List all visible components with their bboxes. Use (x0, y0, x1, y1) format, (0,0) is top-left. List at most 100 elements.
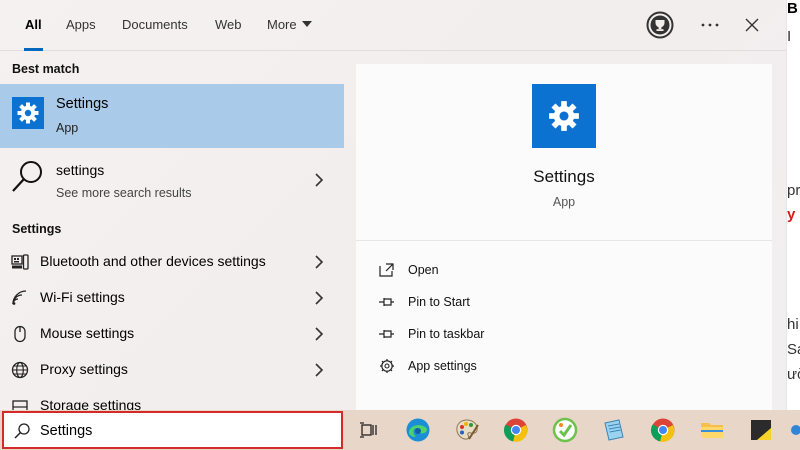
gear-icon (17, 102, 39, 124)
chevron-right-icon (315, 255, 324, 269)
chevron-down-icon (301, 21, 312, 27)
background-text: ườ (787, 366, 800, 383)
ellipsis-icon (701, 23, 719, 27)
gear-icon (380, 359, 394, 373)
search-tabs: All Apps Documents Web More (0, 0, 786, 51)
chevron-right-icon (315, 327, 324, 341)
settings-item-label: Wi-Fi settings (40, 289, 125, 305)
tab-more[interactable]: More (267, 17, 312, 51)
taskbar-search-box[interactable] (2, 411, 343, 449)
taskbar-sticky-notes[interactable] (744, 413, 778, 447)
settings-item-mouse[interactable]: Mouse settings (0, 316, 344, 352)
action-label: App settings (408, 359, 477, 373)
preview-app-name: Settings (533, 167, 595, 186)
gear-icon (549, 101, 579, 131)
action-open[interactable]: Open (378, 258, 758, 284)
notepad-icon (604, 419, 624, 441)
best-match-title: Settings (56, 96, 109, 112)
chevron-right-icon (315, 173, 324, 187)
trophy-button[interactable] (645, 10, 675, 40)
background-text: y s (787, 206, 800, 223)
search-icon (12, 161, 42, 192)
tab-label: Documents (122, 17, 188, 32)
bluetooth-devices-icon (11, 254, 29, 270)
green-app-icon (552, 417, 578, 443)
settings-item-label: Proxy settings (40, 361, 128, 377)
tab-web[interactable]: Web (215, 17, 242, 51)
taskbar-more[interactable] (788, 413, 800, 447)
paint-palette-icon (456, 419, 479, 440)
chrome-browser-icon (503, 418, 528, 442)
search-icon (14, 423, 30, 439)
wifi-icon (12, 290, 27, 305)
close-icon (745, 18, 759, 32)
background-text: I (787, 28, 792, 45)
settings-item-storage[interactable]: Storage settings (0, 388, 344, 410)
globe-icon (11, 361, 29, 379)
taskbar-paint[interactable] (450, 413, 484, 447)
chevron-right-icon (315, 363, 324, 377)
results-list: Best match Settings App settings See mor… (0, 52, 344, 410)
tab-label: More (267, 17, 297, 32)
settings-app-icon (12, 97, 44, 129)
web-result-title: settings (56, 162, 105, 178)
divider (356, 240, 772, 241)
action-label: Open (408, 263, 439, 277)
task-view-button[interactable] (352, 413, 386, 447)
settings-item-label: Mouse settings (40, 325, 135, 341)
background-text: pr (787, 182, 800, 199)
trophy-icon (646, 11, 674, 39)
search-flyout: All Apps Documents Web More Best match S… (0, 0, 786, 410)
storage-icon (12, 400, 28, 410)
settings-item-bluetooth[interactable]: Bluetooth and other devices settings (0, 244, 344, 280)
mouse-icon (14, 325, 26, 343)
chrome-browser-icon (650, 418, 675, 442)
tab-all[interactable]: All (24, 17, 43, 51)
best-match-header: Best match (12, 62, 80, 76)
app-icon (791, 425, 800, 435)
chevron-right-icon (315, 291, 324, 305)
settings-app-large-icon (532, 84, 596, 148)
preview-app-kind: App (552, 195, 576, 209)
tab-label: All (25, 17, 42, 32)
best-match-settings-app[interactable]: Settings App (0, 84, 344, 148)
background-text: Sau (787, 341, 800, 358)
action-app-settings[interactable]: App settings (378, 354, 758, 380)
settings-item-label: Storage settings (40, 397, 142, 410)
taskbar-app-green[interactable] (548, 413, 582, 447)
close-button[interactable] (737, 10, 767, 40)
tab-label: Web (215, 17, 242, 32)
taskbar-file-explorer[interactable] (695, 413, 729, 447)
background-text: B (787, 0, 798, 17)
action-pin-to-taskbar[interactable]: Pin to taskbar (378, 322, 758, 348)
web-search-result[interactable]: settings See more search results (0, 152, 344, 208)
action-label: Pin to Start (408, 295, 470, 309)
tab-label: Apps (66, 17, 96, 32)
background-text: hi (787, 316, 799, 333)
action-pin-to-start[interactable]: Pin to Start (378, 290, 758, 316)
best-match-subtitle: App (56, 121, 79, 135)
settings-item-wifi[interactable]: Wi-Fi settings (0, 280, 344, 316)
taskbar-notepad[interactable] (597, 413, 631, 447)
search-input[interactable] (40, 420, 330, 442)
settings-section-header: Settings (12, 222, 62, 236)
settings-item-proxy[interactable]: Proxy settings (0, 352, 344, 388)
background-page: B I pr y s hi Sau ườ (786, 0, 800, 410)
sticky-note-icon (751, 420, 771, 440)
settings-item-label: Bluetooth and other devices settings (40, 253, 266, 269)
preview-pane: Settings App Open Pin to Start Pin to ta… (356, 64, 772, 410)
pin-icon (379, 298, 394, 306)
taskbar-edge[interactable] (401, 413, 435, 447)
taskbar-chrome[interactable] (499, 413, 533, 447)
task-view-icon (360, 422, 377, 438)
action-label: Pin to taskbar (408, 327, 485, 341)
edge-browser-icon (406, 418, 430, 442)
web-result-subtitle: See more search results (56, 186, 192, 200)
pin-icon (379, 330, 394, 338)
tab-apps[interactable]: Apps (66, 17, 96, 51)
more-options-button[interactable] (695, 10, 725, 40)
taskbar-chrome-2[interactable] (646, 413, 680, 447)
folder-icon (701, 423, 723, 438)
open-icon (379, 263, 394, 277)
tab-documents[interactable]: Documents (122, 17, 188, 51)
